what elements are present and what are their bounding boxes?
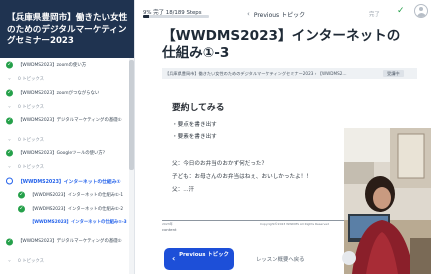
slide-footer-year: 2023年 [162, 222, 173, 226]
sidebar-item-label: 【WWDMS2023】インターネットの仕組み①-2 [30, 206, 124, 212]
check-circle-icon: ✓ [18, 191, 25, 199]
slide-bullet: ・要素を書き出す [172, 134, 217, 140]
sidebar-item-label: 【WWDMS2023】インターネットの仕組み①-3 [30, 219, 127, 225]
sidebar-item-label: 0 トピックス [18, 165, 45, 171]
sidebar-item-label: 【WWDMS2023】zoomがつながらない [18, 90, 100, 96]
chevron-down-icon: ⌄ [7, 257, 12, 264]
lesson-navigation: ‹ Previous トピック レッスン概要へ戻る [136, 246, 431, 274]
slide-content-label: content [162, 227, 177, 232]
sidebar-topic-item[interactable]: ✓ 【WWDMS2023】インターネットの仕組み①-1 [0, 188, 129, 202]
chevron-down-icon: ⌄ [7, 75, 12, 82]
slide-footer-copyright: Copyright©2023 WWDMS All Rights Reserved [260, 222, 329, 226]
avatar-body-shape [416, 13, 426, 17]
check-circle-icon: ✓ [6, 149, 13, 157]
topics-count-row[interactable]: ⌄ 0 トピックス [0, 100, 129, 114]
sidebar-scrollbar-thumb[interactable] [129, 60, 134, 170]
slide-divider [162, 220, 367, 221]
sidebar-lesson-item[interactable]: 【WWDMS2023】インターネットの仕組み① [0, 174, 129, 188]
topics-count-row[interactable]: ⌄ 0 トピックス [0, 254, 129, 268]
sidebar-item-label: 0 トピックス [18, 258, 45, 264]
avatar-head-shape [419, 7, 423, 11]
chevron-left-icon: ‹ [172, 254, 176, 263]
sidebar-item-label: 0 トピックス [18, 137, 45, 143]
check-circle-icon: ✓ [6, 117, 13, 125]
sidebar-item-label: 0 トピックス [18, 76, 45, 82]
progress-bar-fill [143, 15, 150, 18]
sidebar-topic-item[interactable]: ✓ 【WWDMS2023】インターネットの仕組み①-2 [0, 202, 129, 216]
status-badge: 受講中 [383, 70, 404, 77]
previous-topic-link[interactable]: ‹ Previous トピック [247, 7, 305, 21]
sidebar-item-label: 【WWDMS2023】デジタルマーケティングの基礎② [18, 238, 122, 244]
lesson-content: 【WWDMS2023】インターネットの仕組み①-3 【兵庫県豊岡市】働きたい女性… [136, 26, 431, 274]
avatar[interactable] [414, 4, 428, 18]
sidebar-item-label: 0 トピックス [18, 104, 45, 110]
slide-dialogue-line: 父：今日のお弁当のおかず何だった？ [172, 161, 268, 167]
check-circle-icon: ✓ [6, 89, 13, 97]
sidebar-lesson-item[interactable]: ✓ 【WWDMS2023】zoomの使い方 [0, 58, 129, 72]
sidebar-lesson-item[interactable]: ✓ 【WWDMS2023】Googleツールの使い方? [0, 146, 129, 160]
check-circle-icon: ✓ [6, 61, 13, 69]
previous-topic-button-label: Previous トピック [179, 252, 229, 258]
check-circle-icon: ✓ [6, 238, 13, 246]
slide-dialogue-line: 子ども：お母さんのお弁当はねぇ、おいしかったよ！！ [172, 174, 312, 180]
course-sidebar: 【兵庫県豊岡市】働きたい女性のためのデジタルマーケティングセミナー2023 ✓ 【… [0, 0, 135, 274]
sidebar-item-label: 【WWDMS2023】Googleツールの使い方? [18, 151, 106, 157]
slide-bullet: ・要点を書き出す [172, 122, 217, 128]
sidebar-item-label: 【WWDMS2023】インターネットの仕組み① [18, 179, 121, 185]
slide-heading: 要約してみる [172, 103, 225, 113]
sidebar-item-label: 【WWDMS2023】zoomの使い方 [18, 62, 87, 68]
sidebar-topic-item[interactable]: 【WWDMS2023】インターネットの仕組み①-3 [0, 216, 129, 235]
progress-bar [143, 15, 209, 18]
course-header: 【兵庫県豊岡市】働きたい女性のためのデジタルマーケティングセミナー2023 [0, 0, 134, 58]
sidebar-lesson-item[interactable]: ✓ 【WWDMS2023】デジタルマーケティングの基礎② [0, 235, 129, 254]
previous-topic-button[interactable]: ‹ Previous トピック [164, 248, 234, 270]
sidebar-lesson-item[interactable]: ✓ 【WWDMS2023】zoomがつながらない [0, 86, 129, 100]
check-circle-icon [6, 177, 13, 185]
mark-complete-button[interactable]: 完了 [369, 7, 380, 21]
chevron-down-icon: ⌄ [7, 136, 12, 142]
next-arrow-button[interactable] [342, 251, 356, 265]
top-bar: 9% 完了 18/189 Steps ‹ Previous トピック 完了 ✓ [135, 0, 431, 26]
page-title: 【WWDMS2023】インターネットの仕組み①-3 [162, 28, 401, 61]
check-icon: ✓ [397, 6, 405, 16]
breadcrumb-bar: 【兵庫県豊岡市】働きたい女性のためのデジタルマーケティングセミナー2023 › … [162, 68, 417, 79]
sidebar-lesson-item[interactable]: ✓ 【WWDMS2023】デジタルマーケティングの基礎① [0, 114, 129, 133]
chevron-down-icon: ⌄ [7, 163, 12, 170]
topics-count-row[interactable]: ⌄ 0 トピックス [0, 133, 129, 147]
course-title[interactable]: 【兵庫県豊岡市】働きたい女性のためのデジタルマーケティングセミナー2023 [7, 13, 129, 48]
previous-topic-link-label: Previous トピック [253, 11, 306, 19]
lesson-list: ✓ 【WWDMS2023】zoomの使い方 ⌄ 0 トピックス ✓ 【WWDMS2023】… [0, 58, 129, 268]
mark-complete-label: 完了 [369, 12, 380, 18]
topics-count-row[interactable]: ⌄ 0 トピックス [0, 160, 129, 174]
check-circle-icon: ✓ [18, 205, 25, 213]
slide-dialogue-line: 父：...汗 [172, 187, 195, 193]
back-to-lesson-link[interactable]: レッスン概要へ戻る [256, 255, 305, 263]
chevron-down-icon: ⌄ [7, 103, 12, 110]
sidebar-item-label: 【WWDMS2023】デジタルマーケティングの基礎① [18, 117, 122, 123]
topics-count-row[interactable]: ⌄ 0 トピックス [0, 72, 129, 86]
chevron-left-icon: ‹ [247, 10, 250, 18]
sidebar-item-label: 【WWDMS2023】インターネットの仕組み①-1 [30, 193, 124, 199]
breadcrumb[interactable]: 【兵庫県豊岡市】働きたい女性のためのデジタルマーケティングセミナー2023 › … [165, 71, 365, 77]
